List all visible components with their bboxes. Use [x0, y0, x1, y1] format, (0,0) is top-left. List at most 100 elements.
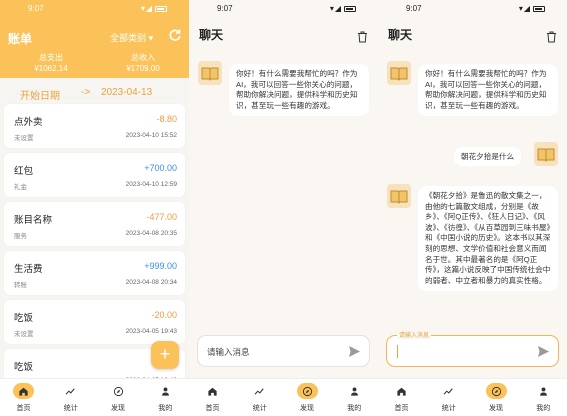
nav-label: 首页 — [16, 405, 31, 412]
nav-label: 我的 — [536, 405, 551, 412]
nav-item-compass[interactable]: 发现 — [473, 379, 520, 416]
total-expense-label: 总支出 — [39, 53, 63, 62]
chat-screen-answered: 9:07 ▾◢ 聊天 你好！有什么需要我帮忙的吗？作为AI，我可以回答一些你关心… — [378, 0, 567, 416]
nav-item-person[interactable]: 我的 — [520, 379, 567, 416]
chat-screen: 9:07 ▾◢ 聊天 你好！有什么需要我帮忙的吗？作为AI，我可以回答一些你关心… — [189, 0, 378, 416]
message-input-box — [197, 335, 370, 367]
record-amount: +999.00 — [144, 261, 177, 271]
bottom-nav: 首页 统计 发现 我的 — [189, 378, 378, 416]
nav-label: 统计 — [63, 405, 78, 412]
status-time: 9:07 — [217, 4, 233, 13]
date-arrow: -> — [81, 87, 91, 98]
nav-item-compass[interactable]: 发现 — [284, 379, 331, 416]
record-name: 吃饭 — [14, 362, 34, 373]
message-input[interactable] — [207, 345, 347, 359]
nav-item-home[interactable]: 首页 — [0, 379, 47, 416]
record-date: 2023-04-08 20:35 — [125, 230, 177, 237]
status-bar: 9:07 ▾◢ — [378, 0, 567, 18]
record-amount: -20.00 — [151, 310, 177, 320]
nav-item-chart[interactable]: 统计 — [425, 379, 472, 416]
person-icon — [533, 383, 554, 399]
status-time: 9:07 — [406, 4, 422, 13]
record-amount: -477.00 — [146, 212, 177, 222]
record-date: 2023-04-08 20:34 — [125, 279, 177, 286]
chart-icon — [438, 383, 459, 399]
status-bar: 9:07 ▾◢ — [189, 0, 378, 18]
nav-item-person[interactable]: 我的 — [331, 379, 378, 416]
list-item[interactable]: 点外卖 未设置 -8.80 2023-04-10 15:52 — [4, 104, 185, 148]
bottom-nav: 首页 统计 发现 我的 — [378, 378, 567, 416]
bot-message: 你好！有什么需要我帮忙的吗？作为AI，我可以回答一些你关心的问题，帮助你解决问题… — [229, 64, 369, 117]
chat-header: 聊天 — [378, 18, 567, 48]
total-expense-value: ¥1062.14 — [34, 64, 68, 73]
ledger-header: 9:07 ▾◢ 账单 全部类别 ▾ 总支出 ¥1062.14 总收入 ¥1709… — [0, 0, 189, 78]
end-date-button[interactable]: 2023-04-13 — [101, 87, 152, 98]
trash-icon[interactable] — [546, 30, 557, 43]
record-note: 服务 — [14, 233, 27, 240]
home-icon — [391, 383, 412, 399]
list-item[interactable]: 账目名称服务 -477.00 2023-04-08 20:35 — [4, 202, 185, 246]
status-icons: ▾◢ — [330, 4, 356, 13]
send-icon[interactable] — [348, 345, 361, 358]
nav-label: 统计 — [252, 405, 267, 412]
page-title: 聊天 — [388, 28, 413, 42]
status-time: 9:07 — [28, 4, 44, 13]
nav-item-person[interactable]: 我的 — [142, 379, 189, 416]
record-note: 礼金 — [14, 184, 27, 191]
status-bar: 9:07 ▾◢ — [0, 0, 189, 18]
add-record-button[interactable]: + — [151, 341, 179, 369]
refresh-icon[interactable] — [168, 28, 182, 42]
record-name: 点外卖 — [14, 117, 43, 128]
nav-label: 发现 — [489, 405, 503, 412]
nav-item-chart[interactable]: 统计 — [236, 379, 283, 416]
nav-item-compass[interactable]: 发现 — [95, 379, 142, 416]
nav-item-home[interactable]: 首页 — [378, 379, 425, 416]
total-expense: 总支出 ¥1062.14 — [16, 52, 86, 74]
record-date: 2023-04-10 12:59 — [125, 181, 177, 188]
record-amount: -8.80 — [156, 114, 177, 124]
status-icons: ▾◢ — [141, 4, 167, 13]
page-title: 聊天 — [199, 28, 224, 42]
nav-item-chart[interactable]: 统计 — [47, 379, 94, 416]
send-icon[interactable] — [537, 345, 550, 358]
person-icon — [344, 383, 365, 399]
bot-answer: 《朝花夕拾》是鲁迅的散文集之一，由他的七篇散文组成，分别是《故乡》、《阿Q正传》… — [418, 186, 558, 292]
list-item[interactable]: 生活费 转账 +999.00 2023-04-08 20:34 — [4, 251, 185, 295]
home-icon — [202, 383, 223, 399]
nav-label: 我的 — [347, 405, 362, 412]
page-title: 账单 — [8, 32, 33, 46]
nav-item-home[interactable]: 首页 — [189, 379, 236, 416]
bot-avatar — [387, 61, 411, 85]
message-input[interactable] — [396, 345, 536, 359]
bottom-nav: 首页 统计 发现 我的 — [0, 378, 189, 416]
home-icon — [13, 383, 34, 399]
status-icons: ▾◢ — [519, 4, 545, 13]
ledger-screen: 9:07 ▾◢ 账单 全部类别 ▾ 总支出 ¥1062.14 总收入 ¥1709… — [0, 0, 189, 416]
date-range: 开始日期 -> 2023-04-13 — [0, 82, 189, 102]
category-select[interactable]: 全部类别 ▾ — [110, 31, 153, 44]
total-income: 总收入 ¥1709.00 — [108, 52, 178, 74]
list-item[interactable]: 红包 礼金 +700.00 2023-04-10 12:59 — [4, 153, 185, 197]
record-amount: +700.00 — [144, 163, 177, 173]
input-float-label: 请输入消息 — [397, 330, 432, 339]
nav-label: 发现 — [300, 405, 314, 412]
compass-icon — [296, 383, 318, 399]
nav-label: 我的 — [158, 405, 173, 412]
record-note: 未设置 — [14, 135, 34, 142]
message-input-box: 请输入消息 — [386, 330, 559, 367]
chart-icon — [249, 383, 270, 399]
list-item[interactable]: 吃饭未设置 -20.00 2023-04-05 19:43 — [4, 300, 185, 344]
person-icon — [155, 383, 176, 399]
record-name: 账目名称 — [14, 215, 53, 226]
record-note: 未设置 — [14, 331, 34, 338]
chart-icon — [60, 383, 81, 399]
nav-label: 统计 — [441, 405, 456, 412]
chat-header: 聊天 — [189, 18, 378, 48]
start-date-button[interactable]: 开始日期 — [20, 87, 60, 102]
record-date: 2023-04-05 19:43 — [125, 328, 177, 335]
record-name: 吃饭 — [14, 313, 34, 324]
nav-label: 首页 — [394, 405, 409, 412]
compass-icon — [108, 383, 129, 399]
nav-label: 发现 — [111, 405, 125, 412]
trash-icon[interactable] — [357, 30, 368, 43]
